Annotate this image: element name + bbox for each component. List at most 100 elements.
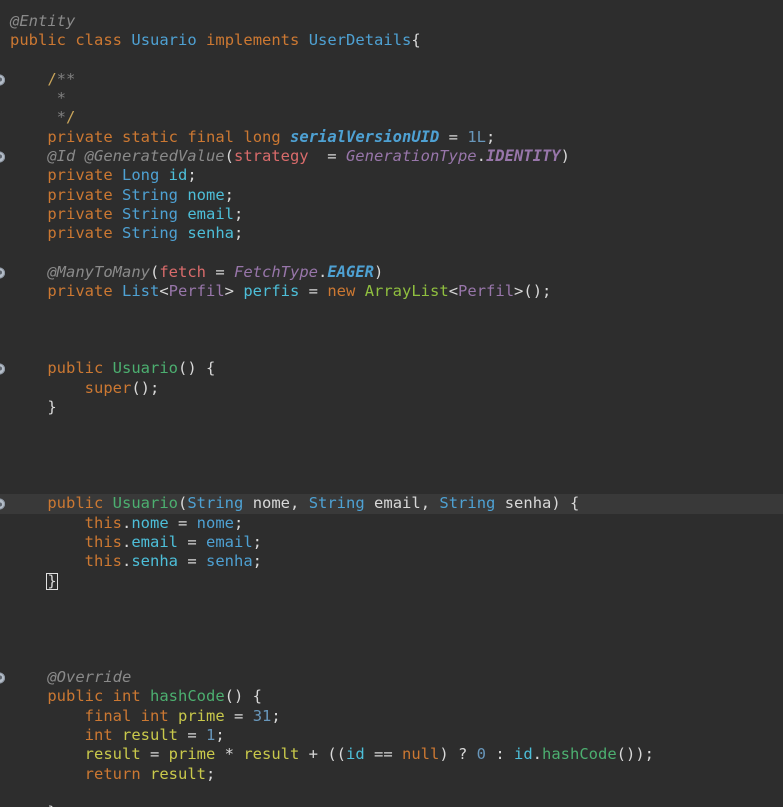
code-line[interactable]: private static final long serialVersionU… bbox=[0, 128, 783, 147]
code-line[interactable] bbox=[0, 649, 783, 668]
code-token: this bbox=[84, 533, 122, 552]
code-line[interactable]: public int hashCode() { bbox=[0, 687, 783, 706]
code-line[interactable]: /** bbox=[0, 70, 783, 89]
code-editor[interactable]: @Entity public class Usuario implements U… bbox=[0, 0, 783, 807]
code-token: private bbox=[47, 204, 113, 223]
code-line[interactable]: */ bbox=[0, 108, 783, 127]
code-token: 0 bbox=[476, 745, 486, 764]
code-line[interactable]: super(); bbox=[0, 379, 783, 398]
code-line[interactable] bbox=[0, 301, 783, 320]
code-line[interactable]: this.senha = senha; bbox=[0, 552, 783, 571]
code-token: String bbox=[187, 494, 244, 513]
code-token: prime bbox=[178, 706, 225, 725]
gutter-marker-icon[interactable] bbox=[0, 498, 5, 510]
code-line[interactable]: final int prime = 31; bbox=[0, 707, 783, 726]
code-token: ( bbox=[178, 494, 188, 513]
code-token: senha bbox=[187, 224, 235, 243]
code-token: email bbox=[206, 533, 253, 552]
code-token: String bbox=[122, 185, 178, 204]
code-token: serialVersionUID bbox=[290, 127, 440, 146]
code-line[interactable]: public Usuario() { bbox=[0, 359, 783, 378]
code-token: id bbox=[168, 166, 188, 185]
code-token: . bbox=[121, 552, 132, 571]
code-line[interactable]: result = prime * result + ((id == null) … bbox=[0, 745, 783, 764]
code-token: . bbox=[121, 513, 132, 532]
code-line[interactable] bbox=[0, 456, 783, 475]
code-line[interactable] bbox=[0, 784, 783, 803]
code-line[interactable]: this.nome = nome; bbox=[0, 514, 783, 533]
code-line[interactable]: int result = 1; bbox=[0, 726, 783, 745]
code-line[interactable] bbox=[0, 630, 783, 649]
code-line[interactable]: } bbox=[0, 572, 783, 591]
code-token: fetch bbox=[159, 262, 206, 281]
code-line[interactable]: return result; bbox=[0, 765, 783, 784]
code-line[interactable]: } bbox=[0, 803, 783, 807]
code-line[interactable] bbox=[0, 340, 783, 359]
code-line[interactable] bbox=[0, 417, 783, 436]
code-line[interactable]: @Id @GeneratedValue(strategy = Generatio… bbox=[0, 147, 783, 166]
code-line[interactable] bbox=[0, 475, 783, 494]
gutter-marker-icon[interactable] bbox=[0, 151, 5, 163]
code-token: this bbox=[84, 552, 122, 571]
code-token: ) bbox=[560, 147, 570, 166]
code-line[interactable]: private Long id; bbox=[0, 166, 783, 185]
code-token: Usuario bbox=[131, 31, 197, 50]
code-token: result bbox=[122, 725, 178, 744]
code-lines-container[interactable]: @Entity public class Usuario implements U… bbox=[0, 0, 783, 807]
code-line[interactable]: private String email; bbox=[0, 205, 783, 224]
code-token: strategy bbox=[233, 147, 309, 166]
code-line[interactable]: private String nome; bbox=[0, 186, 783, 205]
code-token: hashCode bbox=[542, 745, 617, 764]
code-token: @Id @GeneratedValue bbox=[47, 147, 225, 166]
code-line[interactable]: this.email = email; bbox=[0, 533, 783, 552]
code-token: ; bbox=[233, 513, 244, 532]
code-token: . bbox=[121, 533, 132, 552]
code-token: String bbox=[308, 494, 365, 513]
code-line[interactable]: private List<Perfil> perfis = new ArrayL… bbox=[0, 282, 783, 301]
gutter-marker-icon[interactable] bbox=[0, 363, 5, 375]
code-line[interactable]: @Override bbox=[0, 668, 783, 687]
code-line[interactable] bbox=[0, 591, 783, 610]
code-line[interactable]: private String senha; bbox=[0, 224, 783, 243]
code-line[interactable] bbox=[0, 321, 783, 340]
code-token: 1L bbox=[467, 127, 487, 146]
gutter-marker-icon[interactable] bbox=[0, 672, 5, 684]
code-line[interactable]: public Usuario(String nome, String email… bbox=[0, 494, 783, 514]
code-token: ) ? bbox=[439, 745, 477, 764]
code-token: email bbox=[187, 204, 235, 223]
code-line[interactable] bbox=[0, 437, 783, 456]
code-token: = bbox=[308, 147, 346, 166]
code-token: ) { bbox=[551, 494, 580, 513]
code-line[interactable] bbox=[0, 610, 783, 629]
code-line[interactable]: * bbox=[0, 89, 783, 108]
code-token: = bbox=[178, 552, 206, 571]
gutter-marker-icon[interactable] bbox=[0, 267, 5, 278]
code-token: prime bbox=[168, 745, 216, 764]
code-line[interactable]: @ManyToMany(fetch = FetchType.EAGER) bbox=[0, 263, 783, 282]
code-line[interactable]: public class Usuario implements UserDeta… bbox=[0, 31, 783, 50]
code-token: private bbox=[47, 166, 113, 185]
code-line[interactable] bbox=[0, 244, 783, 263]
code-line[interactable]: @Entity bbox=[0, 12, 783, 31]
gutter-marker-icon[interactable] bbox=[0, 74, 5, 86]
code-line[interactable] bbox=[0, 51, 783, 70]
code-token: = bbox=[168, 513, 197, 532]
code-line[interactable]: } bbox=[0, 398, 783, 417]
